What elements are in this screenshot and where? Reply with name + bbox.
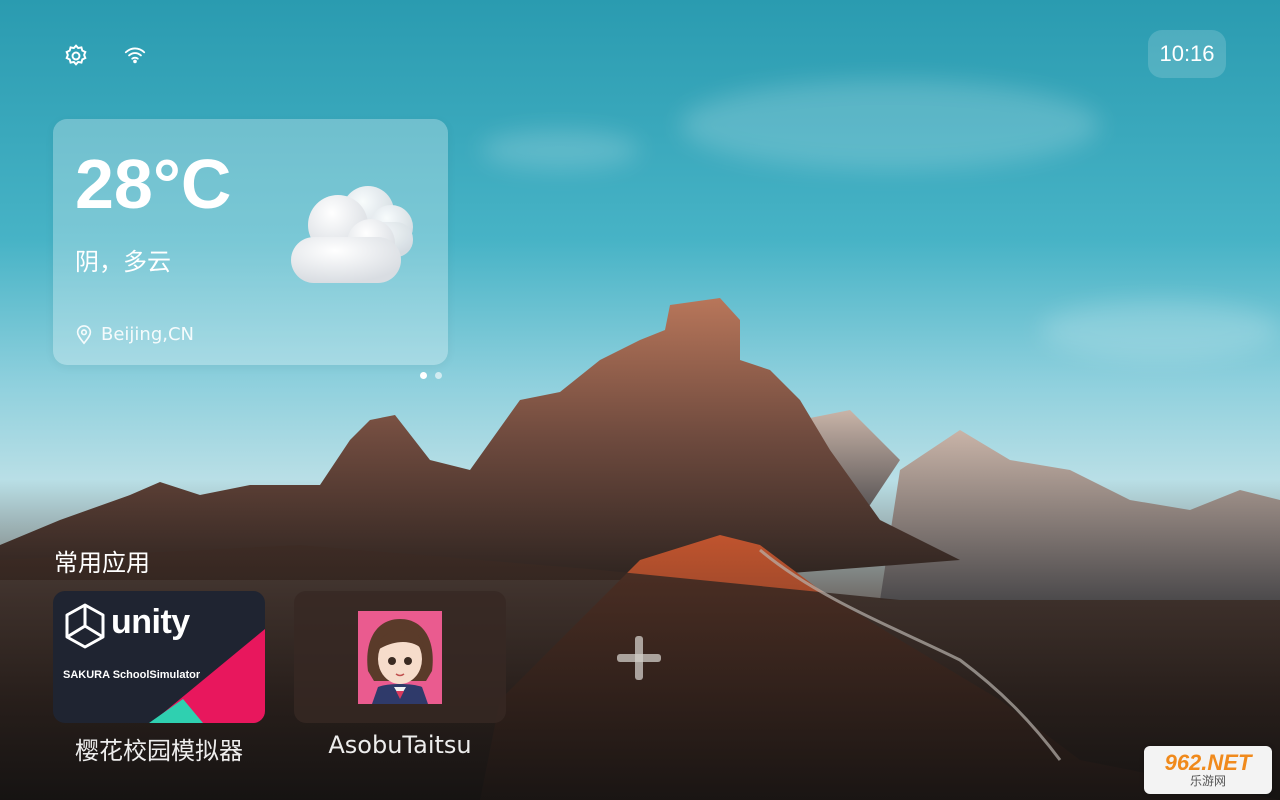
plus-icon xyxy=(617,636,661,680)
watermark-subtext: 乐游网 xyxy=(1189,773,1226,788)
app-tile-sakura-school-simulator[interactable]: unity SAKURA SchoolSimulator xyxy=(53,591,265,723)
tile-caption: SAKURA SchoolSimulator xyxy=(63,669,201,681)
watermark-text: 962.NET xyxy=(1164,749,1252,775)
page-dot-active[interactable] xyxy=(420,372,427,379)
page-dot[interactable] xyxy=(435,372,442,379)
unity-wordmark: unity xyxy=(111,603,190,641)
app-label[interactable]: 樱花校园模拟器 xyxy=(53,731,265,766)
clock: 10:16 xyxy=(1148,30,1226,78)
wifi-icon[interactable] xyxy=(122,42,148,68)
temperature: 28°C xyxy=(75,145,232,223)
section-title: 常用应用 xyxy=(54,549,150,577)
settings-gear-icon[interactable] xyxy=(62,42,90,70)
watermark-logo: 962.NET 乐游网 xyxy=(1144,746,1272,794)
add-app-button[interactable] xyxy=(606,625,672,691)
app-label[interactable]: AsobuTaitsu xyxy=(294,731,506,759)
location: Beijing,CN xyxy=(75,324,194,345)
location-pin-icon xyxy=(76,324,92,344)
page-indicator xyxy=(420,372,442,379)
weather-condition: 阴，多云 xyxy=(75,248,171,276)
weather-widget[interactable]: 28°C 阴，多云 Beijing,CN xyxy=(53,119,448,365)
cloud-icon xyxy=(291,186,413,283)
anime-girl-icon xyxy=(358,611,442,704)
location-label: Beijing,CN xyxy=(101,324,195,345)
app-tile-asobutaitsu[interactable] xyxy=(294,591,506,723)
